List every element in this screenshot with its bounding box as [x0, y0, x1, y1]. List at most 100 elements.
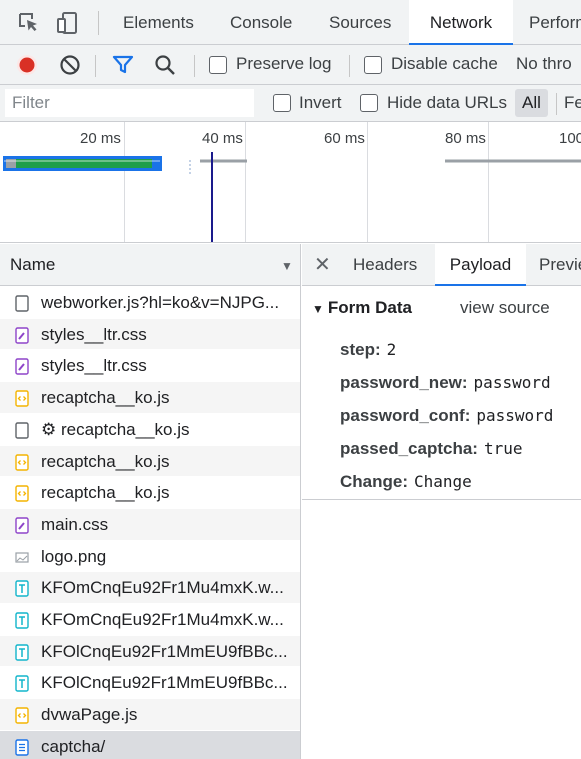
filter-fetch-xhr[interactable]: Fe	[564, 93, 581, 113]
throttling-select[interactable]: No thro	[516, 54, 572, 74]
view-source-link[interactable]: view source	[460, 298, 550, 318]
request-name: styles__ltr.css	[41, 356, 147, 376]
preserve-log-label: Preserve log	[236, 54, 332, 73]
tab-performance[interactable]: Perform	[529, 0, 581, 45]
invert-label: Invert	[299, 93, 342, 112]
form-field-row: password_new: password	[340, 373, 551, 393]
tab-payload[interactable]: Payload	[435, 244, 526, 286]
request-name: styles__ltr.css	[41, 324, 147, 344]
form-field-value: Change	[414, 472, 472, 491]
tab-elements[interactable]: Elements	[123, 0, 194, 45]
request-name: KFOlCnqEu92Fr1MmEU9fBBc...	[41, 673, 288, 693]
font-icon	[15, 580, 29, 597]
request-name: main.css	[41, 514, 109, 534]
form-field-row: passed_captcha: true	[340, 439, 522, 459]
filter-all-button[interactable]: All	[515, 89, 548, 117]
invert-checkbox[interactable]	[273, 94, 291, 112]
tab-headers[interactable]: Headers	[353, 244, 417, 286]
tab-sources[interactable]: Sources	[329, 0, 391, 45]
filter-bar: Invert Hide data URLs All Fe	[0, 85, 581, 122]
request-row[interactable]: KFOmCnqEu92Fr1Mu4mxK.w...	[0, 572, 300, 604]
tab-separator	[98, 11, 99, 35]
stylesheet-icon	[15, 517, 29, 534]
request-name: captcha/	[41, 736, 106, 756]
filter-input[interactable]	[5, 89, 254, 117]
request-row[interactable]: KFOlCnqEu92Fr1MmEU9fBBc...	[0, 667, 300, 700]
disable-cache-label: Disable cache	[391, 54, 498, 73]
request-name: recaptcha__ko.js	[41, 483, 170, 503]
request-row[interactable]: logo.png	[0, 541, 300, 573]
request-name: recaptcha__ko.js	[41, 451, 170, 471]
request-row[interactable]: main.css	[0, 508, 300, 541]
clear-icon[interactable]	[58, 53, 82, 77]
request-name: logo.png	[41, 546, 107, 566]
stylesheet-icon	[15, 358, 29, 376]
close-icon[interactable]: ✕	[314, 252, 331, 277]
request-row[interactable]: recaptcha__ko.js	[0, 477, 300, 509]
form-data-title: Form Data	[327, 298, 412, 317]
filter-icon[interactable]	[111, 53, 135, 77]
form-field-row: Change: Change	[340, 472, 472, 492]
request-row[interactable]: KFOmCnqEu92Fr1Mu4mxK.w...	[0, 604, 300, 636]
form-field-row: step: 2	[340, 340, 396, 360]
device-toolbar-icon[interactable]	[55, 10, 81, 36]
hide-data-urls-checkbox[interactable]	[360, 94, 378, 112]
form-field-key: step:	[340, 340, 381, 359]
hide-data-urls-label: Hide data URLs	[387, 93, 508, 112]
overview-highlight	[4, 160, 160, 162]
form-field-row: password_conf: password	[340, 406, 553, 426]
request-name: recaptcha__ko.js	[41, 388, 170, 408]
toolbar-separator	[194, 55, 195, 77]
form-field-value: 2	[386, 340, 397, 359]
preserve-log-checkbox[interactable]	[209, 56, 227, 74]
request-row[interactable]: captcha/	[0, 730, 300, 759]
document-page-icon	[15, 739, 29, 756]
network-overview[interactable]: 20 ms 40 ms 60 ms 80 ms 100	[0, 122, 581, 243]
devtools-tab-bar: Elements Console Sources Network Perform	[0, 0, 581, 45]
sort-down-icon: ▼	[281, 259, 293, 273]
tab-preview[interactable]: Previe	[539, 244, 581, 286]
caret-down-icon: ▼	[312, 302, 324, 316]
disable-cache-checkbox[interactable]	[364, 56, 382, 74]
form-field-value: password	[473, 373, 551, 392]
request-row[interactable]: KFOlCnqEu92Fr1MmEU9fBBc...	[0, 635, 300, 668]
form-field-value: true	[483, 439, 523, 458]
request-name: KFOlCnqEu92Fr1MmEU9fBBc...	[41, 641, 288, 661]
request-row[interactable]: recaptcha__ko.js	[0, 382, 300, 414]
details-tab-bar: ✕ Headers Payload Previe	[302, 244, 581, 286]
search-icon[interactable]	[153, 53, 177, 77]
form-field-key: Change:	[340, 472, 408, 491]
name-column-title: Name	[10, 255, 56, 274]
form-data-header[interactable]: ▼ Form Data	[312, 298, 412, 318]
request-row[interactable]: ⚙ recaptcha__ko.js	[0, 414, 300, 446]
request-name: webworker.js?hl=ko&v=NJPG...	[41, 293, 280, 312]
tab-console[interactable]: Console	[230, 0, 292, 45]
request-row[interactable]: styles__ltr.css	[0, 350, 300, 383]
font-icon	[15, 643, 29, 661]
document-icon	[15, 422, 29, 439]
request-row[interactable]: dvwaPage.js	[0, 699, 300, 731]
network-toolbar: Preserve log Disable cache No thro	[0, 45, 581, 85]
request-row[interactable]: recaptcha__ko.js	[0, 445, 300, 478]
tab-network[interactable]: Network	[409, 0, 513, 45]
request-details: ✕ Headers Payload Previe ▼Form Data view…	[302, 244, 581, 759]
filter-separator	[556, 93, 557, 115]
form-field-value: password	[476, 406, 554, 425]
record-icon[interactable]	[15, 53, 39, 77]
form-data-section: ▼ Form Data view source step: 2 password_n…	[302, 286, 581, 500]
name-column-header[interactable]: Name ▼	[0, 244, 300, 286]
toolbar-separator	[95, 55, 96, 77]
request-name: KFOmCnqEu92Fr1Mu4mxK.w...	[41, 610, 284, 629]
overview-waterfall	[3, 152, 581, 242]
request-row[interactable]: webworker.js?hl=ko&v=NJPG...	[0, 287, 300, 319]
script-icon	[15, 485, 29, 502]
document-icon	[15, 295, 29, 312]
request-row[interactable]: styles__ltr.css	[0, 318, 300, 351]
form-field-key: password_conf:	[340, 406, 471, 425]
image-icon	[15, 549, 29, 565]
form-field-key: password_new:	[340, 373, 468, 392]
inspect-element-icon[interactable]	[16, 10, 42, 36]
script-icon	[15, 390, 29, 407]
toolbar-separator	[349, 55, 350, 77]
script-icon	[15, 707, 29, 724]
